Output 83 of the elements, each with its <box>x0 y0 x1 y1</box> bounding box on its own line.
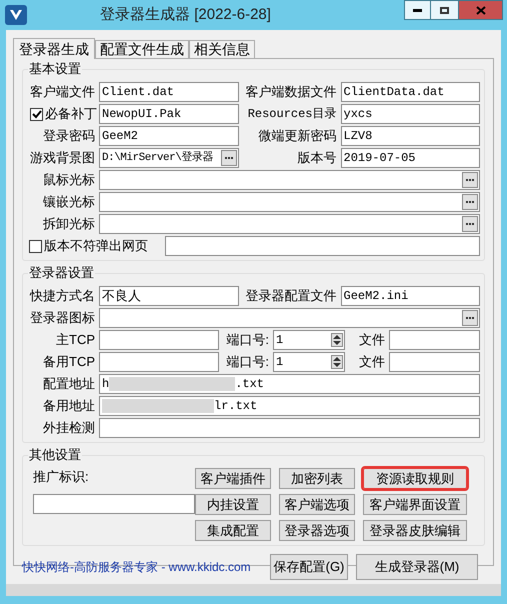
tab[interactable]: 登录器生成 <box>13 38 95 59</box>
button[interactable]: 生成登录器(M) <box>356 554 478 580</box>
group-title: 基本设置 <box>28 61 82 77</box>
field-label: 备用TCP <box>42 353 96 372</box>
field-label: 端口号: <box>225 331 270 350</box>
field-label: 端口号: <box>225 353 270 372</box>
browse-button[interactable] <box>220 150 236 166</box>
input-field[interactable]: 2019-07-05 <box>340 148 480 168</box>
field-label: 配置地址 <box>42 375 96 394</box>
input-field[interactable] <box>99 170 480 190</box>
input-field[interactable] <box>99 308 480 328</box>
field-label: 外挂检测 <box>42 419 96 438</box>
field-label: 登录器图标 <box>29 309 96 328</box>
input-field[interactable] <box>389 330 480 350</box>
field-label: 快捷方式名 <box>28 287 96 306</box>
input-field[interactable] <box>99 192 480 212</box>
field-label: 推广标识: <box>33 468 90 486</box>
field-label: 登录密码 <box>42 127 96 146</box>
field-label: 备用地址 <box>42 397 96 416</box>
field-label: 文件 <box>358 331 386 350</box>
field-label: 拆卸光标 <box>42 215 96 234</box>
browse-button[interactable] <box>462 194 478 210</box>
group-title: 登录器设置 <box>28 265 95 281</box>
tab[interactable]: 相关信息 <box>189 40 255 58</box>
checkbox[interactable] <box>29 240 42 252</box>
input-field[interactable] <box>33 494 195 514</box>
group-title: 其他设置 <box>28 447 82 463</box>
input-field[interactable] <box>99 352 219 372</box>
input-field[interactable]: yxcs <box>340 104 480 124</box>
button[interactable]: 客户端选项 <box>279 494 355 515</box>
field-label: 文件 <box>358 353 386 372</box>
field-label: Resources目录 <box>246 106 338 123</box>
input-field[interactable] <box>99 418 480 438</box>
input-field[interactable]: lr.txt <box>99 396 480 416</box>
field-label: 客户端数据文件 <box>244 83 338 102</box>
button[interactable]: 内挂设置 <box>195 494 271 515</box>
minimize-button[interactable] <box>404 0 431 20</box>
field-label: 微端更新密码 <box>258 127 338 146</box>
input-field[interactable]: D:\MirServer\登录器 <box>99 148 238 168</box>
button[interactable]: 登录器皮肤编辑 <box>363 520 467 541</box>
input-field[interactable]: h .txt <box>99 374 480 394</box>
input-field[interactable]: LZV8 <box>340 126 480 146</box>
close-icon <box>476 6 486 14</box>
button[interactable]: 登录器选项 <box>279 520 355 541</box>
checkbox-label: 版本不符弹出网页 <box>44 237 148 256</box>
browse-button[interactable] <box>462 216 478 232</box>
input-field[interactable]: NewopUI.Pak <box>99 104 238 124</box>
field-label: 主TCP <box>55 331 96 350</box>
checkbox[interactable] <box>30 108 43 120</box>
button[interactable]: 加密列表 <box>279 468 355 489</box>
spin-field[interactable]: 1 <box>273 352 345 372</box>
input-field[interactable] <box>165 236 480 256</box>
button[interactable]: 集成配置 <box>195 520 271 541</box>
input-field[interactable] <box>389 352 480 372</box>
button[interactable]: 客户端插件 <box>195 468 271 489</box>
maximize-button[interactable] <box>431 0 458 20</box>
input-field[interactable]: 不良人 <box>99 286 238 306</box>
input-field[interactable]: GeeM2 <box>99 126 238 146</box>
field-label: 鼠标光标 <box>42 171 96 190</box>
field-label: 登录器配置文件 <box>244 287 338 306</box>
field-label: 镶嵌光标 <box>42 193 96 212</box>
spin-arrows-icon[interactable] <box>331 355 343 369</box>
input-field[interactable] <box>99 214 480 234</box>
close-button[interactable] <box>458 0 503 20</box>
button[interactable]: 保存配置(G) <box>270 554 348 580</box>
tab[interactable]: 配置文件生成 <box>95 40 189 58</box>
input-field[interactable]: ClientData.dat <box>340 82 480 102</box>
input-field[interactable] <box>99 330 219 350</box>
window-title: 登录器生成器 [2022-6-28] <box>99 4 272 25</box>
input-field[interactable]: Client.dat <box>99 82 238 102</box>
browse-button[interactable] <box>462 172 478 188</box>
input-field[interactable]: GeeM2.ini <box>340 286 480 306</box>
field-label: 版本号 <box>296 149 338 168</box>
spin-arrows-icon[interactable] <box>331 333 343 347</box>
field-label: 游戏背景图 <box>29 149 96 168</box>
app-logo-icon <box>5 5 27 25</box>
field-label: 客户端文件 <box>29 83 96 102</box>
website-link[interactable]: 快快网络-高防服务器专家 - www.kkidc.com <box>22 558 270 576</box>
checkbox-label: 必备补丁 <box>45 105 97 124</box>
browse-button[interactable] <box>462 310 478 326</box>
spin-field[interactable]: 1 <box>273 330 345 350</box>
button[interactable]: 客户端界面设置 <box>363 494 467 515</box>
button[interactable]: 资源读取规则 <box>363 468 467 489</box>
